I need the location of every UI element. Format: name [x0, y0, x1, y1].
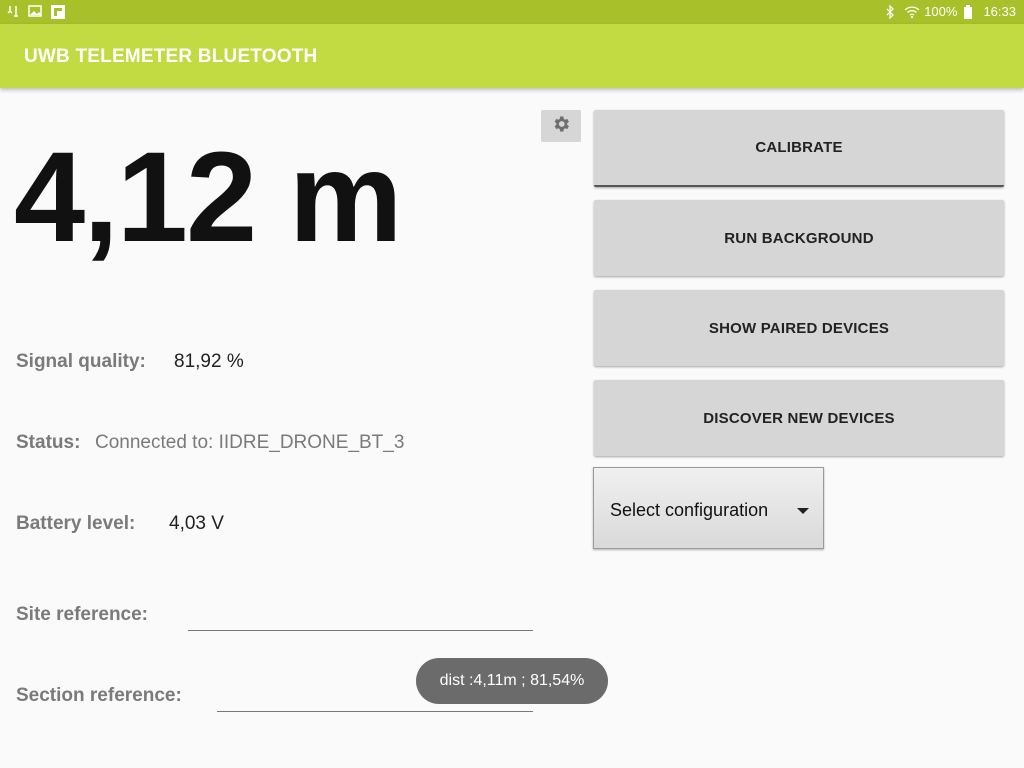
battery-icon: [963, 4, 977, 19]
gear-icon: [551, 114, 571, 139]
signal-quality-value: 81,92 %: [174, 351, 244, 372]
status-bar: 100% 16:33: [0, 0, 1024, 24]
app-title: UWB TELEMETER BLUETOOTH: [24, 46, 318, 67]
app-bar: UWB TELEMETER BLUETOOTH: [0, 24, 1024, 88]
bluetooth-icon: [884, 3, 898, 20]
dropdown-arrow-icon: [797, 508, 809, 514]
status-bar-system: 100% 16:33: [884, 3, 1016, 20]
configuration-select[interactable]: Select configuration: [593, 467, 824, 549]
battery-percent: 100%: [924, 4, 958, 19]
usb-debug-icon: [6, 4, 20, 18]
site-reference-underline: [188, 630, 533, 631]
discover-new-devices-button[interactable]: DISCOVER NEW DEVICES: [594, 380, 1004, 456]
section-reference-label: Section reference:: [16, 685, 182, 706]
gallery-icon: [28, 4, 42, 18]
status-bar-notifications: [6, 4, 65, 19]
section-reference-underline: [217, 711, 533, 712]
show-paired-devices-button[interactable]: SHOW PAIRED DEVICES: [594, 290, 1004, 366]
toast-message: dist :4,11m ; 81,54%: [416, 658, 608, 704]
run-background-button[interactable]: RUN BACKGROUND: [594, 200, 1004, 276]
status-value: Connected to: IIDRE_DRONE_BT_3: [95, 432, 405, 453]
calibrate-button[interactable]: CALIBRATE: [594, 110, 1004, 187]
settings-button[interactable]: [541, 110, 581, 142]
status-label: Status:: [16, 432, 81, 453]
signal-quality-label: Signal quality:: [16, 351, 146, 372]
clock: 16:33: [983, 4, 1016, 19]
battery-level-label: Battery level:: [16, 513, 136, 534]
distance-readout: 4,12 m: [14, 126, 402, 269]
configuration-select-value: Select configuration: [610, 500, 769, 520]
battery-level-value: 4,03 V: [169, 513, 224, 534]
flipboard-icon: [50, 4, 65, 19]
wifi-icon: [904, 5, 920, 19]
site-reference-label: Site reference:: [16, 604, 149, 625]
